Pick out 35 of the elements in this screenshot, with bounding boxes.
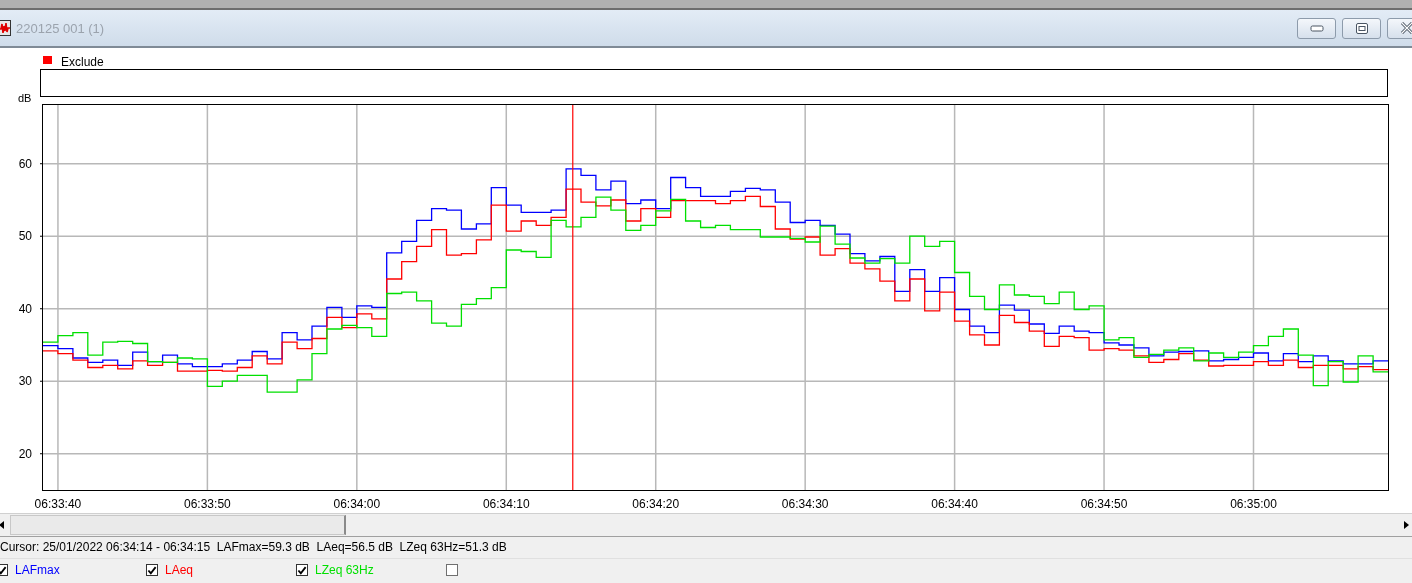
- x-tick-label: 06:35:00: [1230, 497, 1277, 511]
- x-tick-label: 06:34:30: [781, 497, 829, 511]
- y-tick-label: 30: [18, 374, 32, 389]
- app-icon: [0, 20, 11, 36]
- x-tick-label: 06:34:20: [632, 497, 680, 511]
- checkbox[interactable]: [146, 564, 158, 576]
- scroll-thumb[interactable]: [10, 515, 346, 535]
- channel-label: LZeq 63Hz: [315, 563, 374, 577]
- y-tick-label: 40: [18, 301, 32, 316]
- maximize-button[interactable]: [1342, 17, 1381, 39]
- checkbox[interactable]: [446, 564, 458, 576]
- maximize-icon: [1355, 22, 1368, 34]
- x-tick-label: 06:34:10: [482, 497, 530, 511]
- scroll-right-arrow[interactable]: [1402, 520, 1410, 530]
- x-tick-label: 06:33:50: [184, 497, 231, 511]
- x-tick-label: 06:34:40: [931, 497, 978, 511]
- legend-label: Exclude: [61, 55, 104, 69]
- axis-label: dB: [18, 92, 32, 104]
- y-tick-label: 20: [18, 446, 32, 461]
- x-tick-label: 06:34:00: [333, 497, 381, 511]
- y-tick-label: 50: [18, 229, 32, 244]
- channel-label: LAFmax: [15, 563, 60, 577]
- minimize-icon: [1309, 24, 1324, 32]
- window-title: 220125 001 (1): [16, 20, 105, 36]
- y-tick-label: 60: [18, 156, 32, 171]
- checkbox[interactable]: [296, 564, 308, 576]
- status-text: Cursor: 25/01/2022 06:34:14 - 06:34:15 LAFmax=59.3 dB LAeq=56.5 dB LZeq 63Hz=51.3 dB: [0, 537, 1412, 559]
- channel-label: LAeq: [165, 563, 194, 577]
- scroll-left-arrow[interactable]: [0, 520, 6, 530]
- close-icon: [1399, 22, 1412, 34]
- x-tick-label: 06:33:40: [34, 497, 82, 511]
- scrollbar[interactable]: [0, 513, 1412, 537]
- minimize-button[interactable]: [1297, 17, 1336, 39]
- exclude-swatch-icon: [43, 56, 52, 64]
- x-tick-label: 06:34:50: [1080, 497, 1128, 511]
